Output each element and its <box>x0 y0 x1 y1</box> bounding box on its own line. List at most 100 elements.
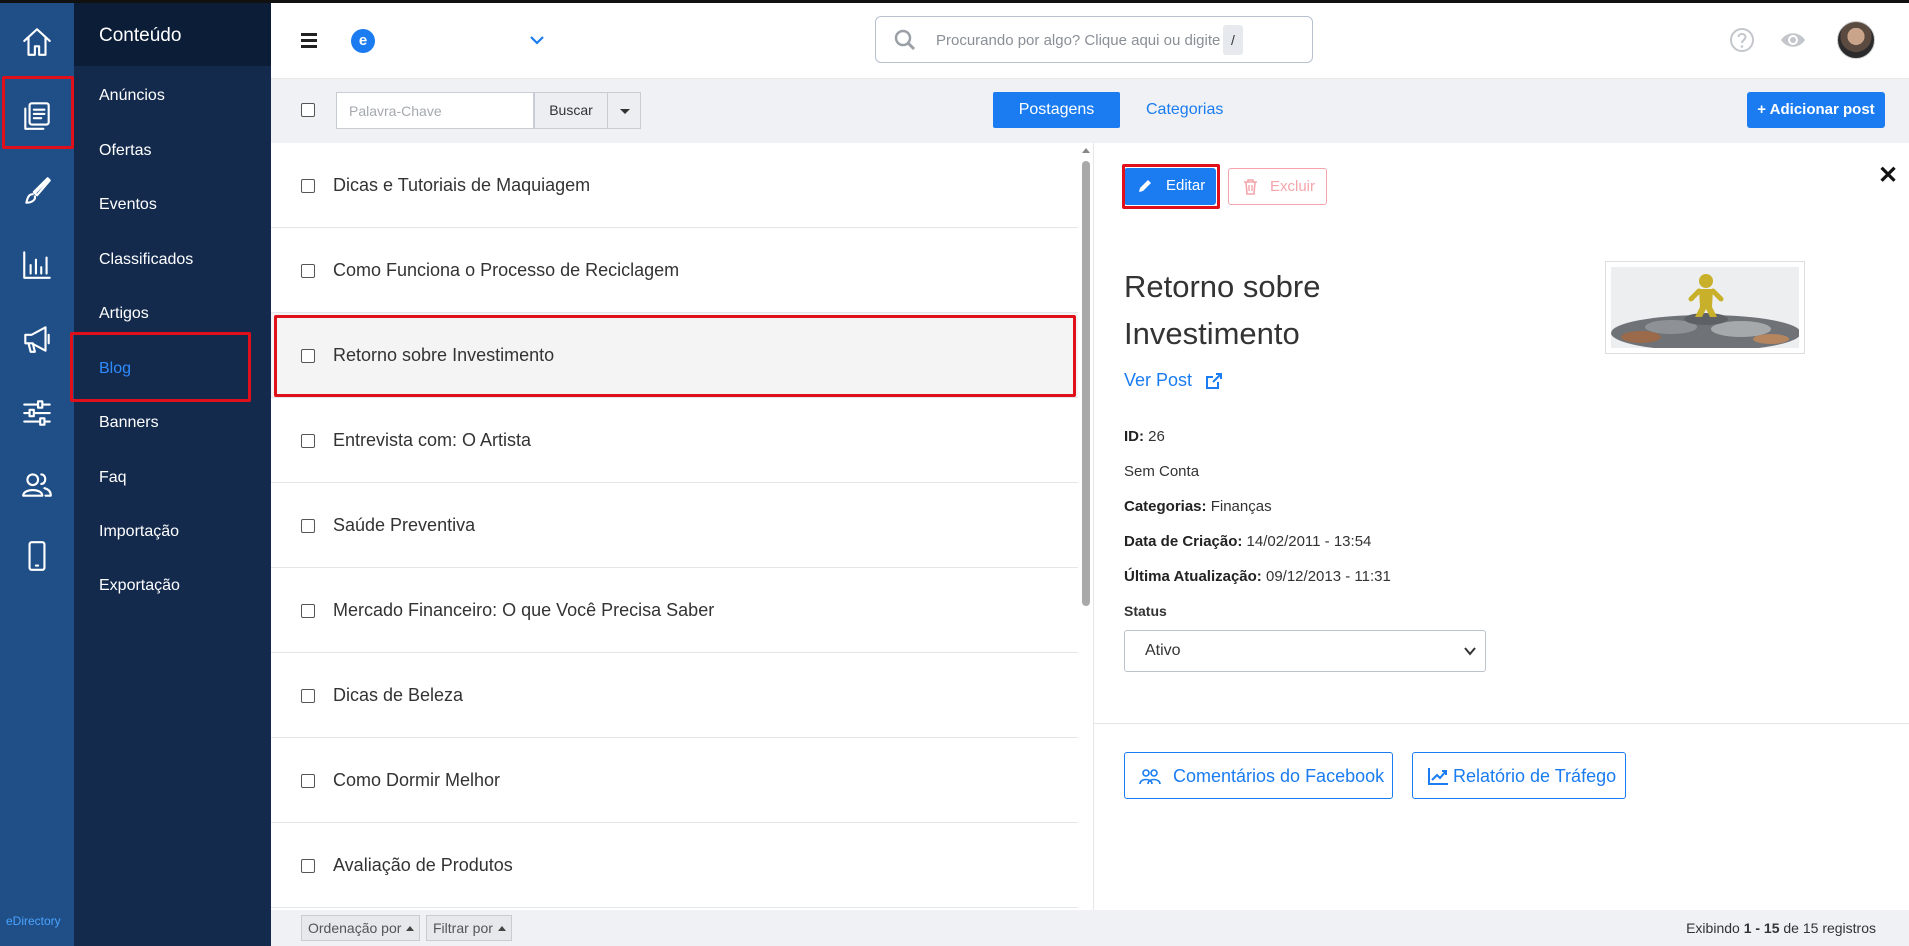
chevron-down-icon <box>1464 647 1476 656</box>
list-item[interactable]: Mercado Financeiro: O que Você Precisa S… <box>271 568 1078 653</box>
row-checkbox[interactable] <box>301 604 315 618</box>
search-icon <box>894 29 916 51</box>
posts-list: Dicas e Tutoriais de Maquiagem Como Func… <box>271 143 1078 910</box>
sidebar-item-eventos[interactable]: Eventos <box>99 196 157 214</box>
post-updated-date: Última Atualização: 09/12/2013 - 11:31 <box>1124 568 1391 585</box>
row-checkbox[interactable] <box>301 519 315 533</box>
trend-chart-icon <box>1428 768 1448 785</box>
eye-icon[interactable] <box>1779 29 1807 51</box>
scroll-up-arrow[interactable] <box>1082 148 1090 153</box>
status-select[interactable]: Ativo <box>1124 630 1486 672</box>
edit-label: Editar <box>1166 177 1206 194</box>
id-label: ID: <box>1124 428 1144 445</box>
updated-value: 09/12/2013 - 11:31 <box>1265 568 1391 585</box>
row-checkbox[interactable] <box>301 179 315 193</box>
updated-label: Última Atualização: <box>1124 568 1262 585</box>
post-title[interactable]: Entrevista com: O Artista <box>333 430 531 451</box>
home-icon[interactable] <box>0 11 74 73</box>
megaphone-icon[interactable] <box>0 308 74 370</box>
search-button[interactable]: Buscar <box>534 92 608 129</box>
site-logo[interactable]: e <box>351 29 375 53</box>
id-value: 26 <box>1148 428 1165 445</box>
row-checkbox[interactable] <box>301 349 315 363</box>
sidebar-item-artigos[interactable]: Artigos <box>99 305 149 323</box>
users-icon[interactable] <box>0 454 74 516</box>
list-scrollbar[interactable] <box>1078 143 1094 910</box>
tab-postagens[interactable]: Postagens <box>993 92 1120 128</box>
icon-rail: eDirectory <box>0 3 74 946</box>
content-icon[interactable] <box>0 85 74 147</box>
view-post-link[interactable]: Ver Post <box>1124 370 1222 391</box>
brand-text: eDirectory <box>6 914 61 928</box>
sidebar-item-banners[interactable]: Banners <box>99 414 159 432</box>
search-options-dropdown[interactable] <box>607 92 641 129</box>
list-item[interactable]: Como Dormir Melhor <box>271 738 1078 823</box>
list-item[interactable]: Saúde Preventiva <box>271 483 1078 568</box>
post-thumbnail <box>1605 261 1805 354</box>
list-item[interactable]: Dicas de Beleza <box>271 653 1078 738</box>
sliders-icon[interactable] <box>0 382 74 444</box>
list-item[interactable]: Avaliação de Produtos <box>271 823 1078 908</box>
sidebar-item-importacao[interactable]: Importação <box>99 523 179 541</box>
post-created-date: Data de Criação: 14/02/2011 - 13:54 <box>1124 533 1371 550</box>
list-item-selected[interactable]: Retorno sobre Investimento <box>271 313 1078 398</box>
keyword-input[interactable] <box>336 92 534 129</box>
sidebar-item-faq[interactable]: Faq <box>99 469 127 487</box>
records-count: Exibindo 1 - 15 de 15 registros <box>1686 920 1876 936</box>
scroll-thumb[interactable] <box>1082 161 1090 606</box>
coins-figure-image <box>1611 267 1799 348</box>
sidebar-item-anuncios[interactable]: Anúncios <box>99 87 165 105</box>
post-title[interactable]: Dicas de Beleza <box>333 685 463 706</box>
post-title[interactable]: Como Funciona o Processo de Reciclagem <box>333 260 679 281</box>
showing-range: 1 - 15 <box>1743 920 1780 936</box>
facebook-comments-button[interactable]: Comentários do Facebook <box>1124 752 1393 799</box>
list-item[interactable]: Entrevista com: O Artista <box>271 398 1078 483</box>
post-title[interactable]: Dicas e Tutoriais de Maquiagem <box>333 175 590 196</box>
tab-categorias[interactable]: Categorias <box>1146 92 1223 128</box>
post-id: ID: 26 <box>1124 428 1165 445</box>
comments-icon <box>1139 769 1161 785</box>
help-icon[interactable] <box>1729 27 1755 53</box>
edit-button[interactable]: Editar <box>1124 168 1216 205</box>
filter-button[interactable]: Filtrar por <box>426 915 512 941</box>
chevron-down-icon[interactable] <box>528 31 546 49</box>
select-all-checkbox[interactable] <box>301 103 315 117</box>
trash-icon <box>1244 179 1257 195</box>
list-item[interactable]: Dicas e Tutoriais de Maquiagem <box>271 143 1078 228</box>
mobile-icon[interactable] <box>0 525 74 587</box>
showing-total: de 15 registros <box>1783 920 1876 936</box>
row-checkbox[interactable] <box>301 264 315 278</box>
global-search[interactable]: Procurando por algo? Clique aqui ou digi… <box>875 16 1313 63</box>
delete-button[interactable]: Excluir <box>1228 168 1327 205</box>
post-title[interactable]: Mercado Financeiro: O que Você Precisa S… <box>333 600 714 621</box>
row-checkbox[interactable] <box>301 774 315 788</box>
close-icon[interactable]: ✕ <box>1878 161 1898 190</box>
delete-label: Excluir <box>1270 178 1316 195</box>
traffic-report-button[interactable]: Relatório de Tráfego <box>1412 752 1626 799</box>
add-post-button[interactable]: + Adicionar post <box>1747 92 1885 128</box>
row-checkbox[interactable] <box>301 859 315 873</box>
row-checkbox[interactable] <box>301 434 315 448</box>
list-footer: Ordenação por Filtrar por Exibindo 1 - 1… <box>271 910 1909 946</box>
post-title[interactable]: Avaliação de Produtos <box>333 855 513 876</box>
categories-label: Categorias: <box>1124 498 1207 515</box>
chart-icon[interactable] <box>0 234 74 296</box>
view-post-label[interactable]: Ver Post <box>1124 370 1192 390</box>
row-checkbox[interactable] <box>301 689 315 703</box>
status-value: Ativo <box>1145 642 1181 659</box>
menu-icon[interactable] <box>301 33 317 48</box>
external-link-icon[interactable] <box>1204 371 1224 391</box>
facebook-comments-label: Comentários do Facebook <box>1173 766 1385 786</box>
brush-icon[interactable] <box>0 160 74 222</box>
user-avatar[interactable] <box>1837 21 1875 59</box>
sort-button[interactable]: Ordenação por <box>301 915 421 941</box>
created-label: Data de Criação: <box>1124 533 1243 550</box>
list-item[interactable]: Como Funciona o Processo de Reciclagem <box>271 228 1078 313</box>
sidebar-item-blog[interactable]: Blog <box>99 360 131 378</box>
sidebar-item-classificados[interactable]: Classificados <box>99 251 193 269</box>
post-title[interactable]: Como Dormir Melhor <box>333 770 500 791</box>
sidebar-item-ofertas[interactable]: Ofertas <box>99 142 151 160</box>
post-title[interactable]: Retorno sobre Investimento <box>333 345 554 366</box>
post-title[interactable]: Saúde Preventiva <box>333 515 475 536</box>
sidebar-item-exportacao[interactable]: Exportação <box>99 577 180 595</box>
